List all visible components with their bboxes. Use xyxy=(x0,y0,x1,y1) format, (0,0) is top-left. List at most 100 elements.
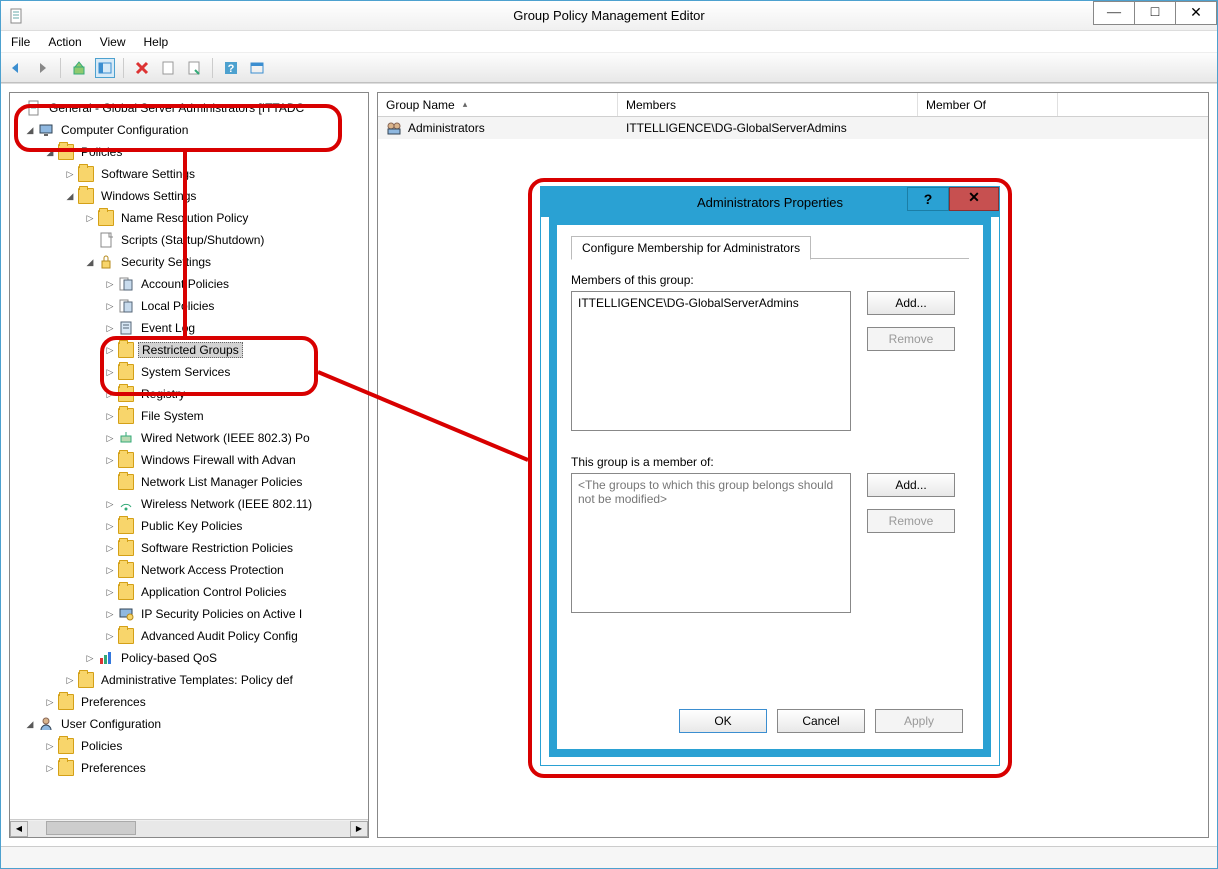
tab-configure-membership[interactable]: Configure Membership for Administrators xyxy=(571,236,811,260)
help-icon[interactable]: ? xyxy=(221,58,241,78)
tree-file-system[interactable]: ▷File System xyxy=(10,405,368,427)
tree-policies-user[interactable]: ▷Policies xyxy=(10,735,368,757)
up-icon[interactable] xyxy=(69,58,89,78)
minimize-button[interactable]: — xyxy=(1093,1,1135,25)
members-add-button[interactable]: Add... xyxy=(867,291,955,315)
tree-preferences-user[interactable]: ▷Preferences xyxy=(10,757,368,779)
network-wireless-icon xyxy=(118,496,134,512)
policy-doc-icon xyxy=(26,100,42,116)
scroll-thumb[interactable] xyxy=(46,821,136,835)
memberof-listbox[interactable]: <The groups to which this group belongs … xyxy=(571,473,851,613)
tree-windows-firewall[interactable]: ▷Windows Firewall with Advan xyxy=(10,449,368,471)
list-cell-members: ITTELLIGENCE\DG-GlobalServerAdmins xyxy=(626,121,847,135)
dialog-help-button[interactable]: ? xyxy=(907,187,949,211)
tree-wired-network[interactable]: ▷Wired Network (IEEE 802.3) Po xyxy=(10,427,368,449)
tree-application-control[interactable]: ▷Application Control Policies xyxy=(10,581,368,603)
tree-system-services[interactable]: ▷System Services xyxy=(10,361,368,383)
members-listbox[interactable]: ITTELLIGENCE\DG-GlobalServerAdmins xyxy=(571,291,851,431)
titlebar: Group Policy Management Editor — □ ✕ xyxy=(1,1,1217,31)
folder-icon xyxy=(78,166,94,182)
network-secure-icon xyxy=(118,606,134,622)
tree-windows-settings[interactable]: ◢Windows Settings xyxy=(10,185,368,207)
tree-account-policies[interactable]: ▷Account Policies xyxy=(10,273,368,295)
folder-icon xyxy=(58,694,74,710)
window-title: Group Policy Management Editor xyxy=(513,8,704,23)
scroll-left-icon[interactable]: ◀ xyxy=(10,821,28,837)
properties-icon[interactable] xyxy=(158,58,178,78)
folder-icon xyxy=(118,628,134,644)
tree-registry[interactable]: ▷Registry xyxy=(10,383,368,405)
maximize-button[interactable]: □ xyxy=(1134,1,1176,25)
tree-computer-config[interactable]: ◢Computer Configuration xyxy=(10,119,368,141)
menu-file[interactable]: File xyxy=(11,35,30,49)
network-wired-icon xyxy=(118,430,134,446)
menu-help[interactable]: Help xyxy=(144,35,169,49)
list-cell-group: Administrators xyxy=(408,121,485,135)
tree-root[interactable]: General - Global Server Administrators [… xyxy=(10,97,368,119)
scroll-track[interactable] xyxy=(28,821,350,837)
show-hide-tree-icon[interactable] xyxy=(95,58,115,78)
tree-public-key[interactable]: ▷Public Key Policies xyxy=(10,515,368,537)
delete-icon[interactable] xyxy=(132,58,152,78)
col-members[interactable]: Members xyxy=(618,93,918,116)
export-list-icon[interactable] xyxy=(184,58,204,78)
forward-icon[interactable] xyxy=(32,58,52,78)
folder-icon xyxy=(98,210,114,226)
refresh-icon[interactable] xyxy=(247,58,267,78)
folder-icon xyxy=(118,474,134,490)
tree-software-settings[interactable]: ▷Software Settings xyxy=(10,163,368,185)
tree-restricted-groups[interactable]: ▷Restricted Groups xyxy=(10,339,368,361)
tree-admin-templates[interactable]: ▷Administrative Templates: Policy def xyxy=(10,669,368,691)
tree-wireless-network[interactable]: ▷Wireless Network (IEEE 802.11) xyxy=(10,493,368,515)
tree-network-list[interactable]: Network List Manager Policies xyxy=(10,471,368,493)
memberof-label: This group is a member of: xyxy=(571,455,969,469)
back-icon[interactable] xyxy=(6,58,26,78)
close-button[interactable]: ✕ xyxy=(1175,1,1217,25)
col-member-of[interactable]: Member Of xyxy=(918,93,1058,116)
administrators-properties-dialog: Administrators Properties ? ✕ Configure … xyxy=(540,186,1000,766)
menu-view[interactable]: View xyxy=(100,35,126,49)
dialog-titlebar: Administrators Properties ? ✕ xyxy=(541,187,999,217)
svg-text:?: ? xyxy=(228,63,235,75)
tree-event-log[interactable]: ▷Event Log xyxy=(10,317,368,339)
tree-qos[interactable]: ▷Policy-based QoS xyxy=(10,647,368,669)
computer-icon xyxy=(38,122,54,138)
policies-icon xyxy=(118,298,134,314)
apply-button[interactable]: Apply xyxy=(875,709,963,733)
tree-preferences-computer[interactable]: ▷Preferences xyxy=(10,691,368,713)
tree-policies[interactable]: ◢Policies xyxy=(10,141,368,163)
tree-software-restriction[interactable]: ▷Software Restriction Policies xyxy=(10,537,368,559)
folder-lock-icon xyxy=(118,342,134,358)
folder-icon xyxy=(58,738,74,754)
app-icon xyxy=(9,8,25,24)
cancel-button[interactable]: Cancel xyxy=(777,709,865,733)
folder-icon xyxy=(78,672,94,688)
list-row-administrators[interactable]: Administrators ITTELLIGENCE\DG-GlobalSer… xyxy=(378,117,1208,139)
tree-advanced-audit[interactable]: ▷Advanced Audit Policy Config xyxy=(10,625,368,647)
tree-security-settings[interactable]: ◢Security Settings xyxy=(10,251,368,273)
ok-button[interactable]: OK xyxy=(679,709,767,733)
folder-lock-icon xyxy=(118,386,134,402)
console-tree[interactable]: General - Global Server Administrators [… xyxy=(10,93,368,783)
menu-action[interactable]: Action xyxy=(48,35,81,49)
tree-local-policies[interactable]: ▷Local Policies xyxy=(10,295,368,317)
folder-lock-icon xyxy=(118,408,134,424)
tree-scripts[interactable]: Scripts (Startup/Shutdown) xyxy=(10,229,368,251)
dialog-close-button[interactable]: ✕ xyxy=(949,187,999,211)
tree-user-config[interactable]: ◢User Configuration xyxy=(10,713,368,735)
folder-icon xyxy=(58,144,74,160)
memberof-add-button[interactable]: Add... xyxy=(867,473,955,497)
scroll-right-icon[interactable]: ▶ xyxy=(350,821,368,837)
tree-h-scrollbar[interactable]: ◀ ▶ xyxy=(10,819,368,837)
members-label: Members of this group: xyxy=(571,273,969,287)
members-remove-button[interactable]: Remove xyxy=(867,327,955,351)
col-group-name[interactable]: Group Name xyxy=(378,93,618,116)
list-header: Group Name Members Member Of xyxy=(378,93,1208,117)
event-log-icon xyxy=(118,320,134,336)
tree-network-access-protection[interactable]: ▷Network Access Protection xyxy=(10,559,368,581)
tree-name-resolution[interactable]: ▷Name Resolution Policy xyxy=(10,207,368,229)
folder-icon xyxy=(78,188,94,204)
memberof-remove-button[interactable]: Remove xyxy=(867,509,955,533)
folder-icon xyxy=(118,540,134,556)
tree-ipsec[interactable]: ▷IP Security Policies on Active I xyxy=(10,603,368,625)
